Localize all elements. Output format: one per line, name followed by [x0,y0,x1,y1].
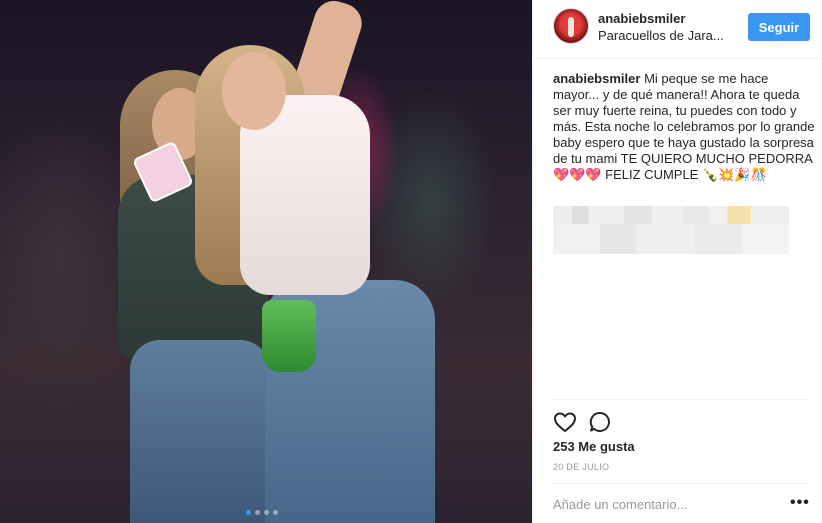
post-details-panel: anabiebsmiler Paracuellos de Jara... Seg… [532,0,822,523]
caption-username[interactable]: anabiebsmiler [553,71,640,86]
comment-icon[interactable] [588,410,612,434]
post-header: anabiebsmiler Paracuellos de Jara... Seg… [533,0,822,59]
carousel-dot[interactable] [255,510,260,515]
caption-text: Mi peque se me hace mayor... y de qué ma… [553,71,815,182]
comment-input[interactable] [553,497,763,512]
carousel-indicator [246,510,278,515]
caption: anabiebsmiler Mi peque se me hace mayor.… [553,71,815,183]
carousel-dot[interactable] [246,510,251,515]
more-options-icon[interactable]: ••• [790,494,810,512]
avatar[interactable] [553,8,589,44]
post-photo[interactable] [0,0,532,523]
header-username[interactable]: anabiebsmiler [598,11,685,26]
like-count[interactable]: 253 Me gusta [553,439,635,454]
divider [553,483,809,484]
photo-figure [222,52,286,130]
carousel-dot[interactable] [273,510,278,515]
location-link[interactable]: Paracuellos de Jara... [598,28,728,43]
photo-figure [130,340,270,523]
blurred-comment [553,206,789,254]
post-date: 20 DE JULIO [553,462,610,472]
carousel-dot[interactable] [264,510,269,515]
follow-button[interactable]: Seguir [748,13,810,41]
heart-icon[interactable] [553,410,577,434]
photo-figure [262,300,316,372]
divider [553,399,809,400]
